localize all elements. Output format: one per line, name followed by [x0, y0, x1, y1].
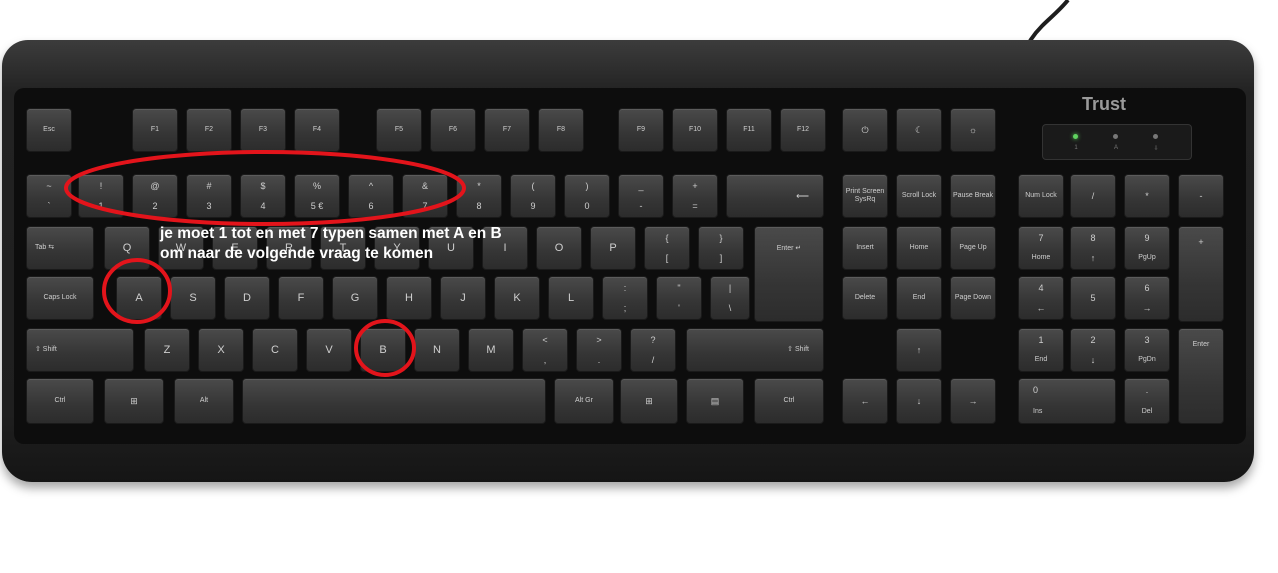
annotation-overlay	[64, 150, 466, 377]
instruction-text: je moet 1 tot en met 7 typen samen met A…	[160, 225, 502, 262]
highlight-ring-b	[354, 319, 416, 377]
highlight-ring-a	[102, 258, 172, 324]
highlight-ring-numbers	[64, 150, 466, 226]
